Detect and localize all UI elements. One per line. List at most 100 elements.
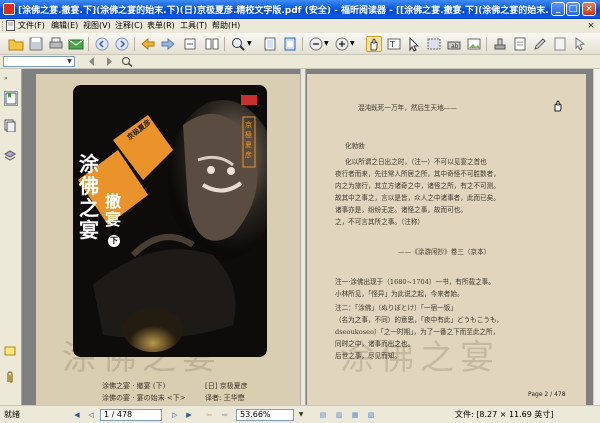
attachment-icon[interactable] <box>552 36 568 52</box>
toolbar-separator <box>302 37 303 51</box>
page-text-line: dseoukoseo）「之一时期」，为了一番之下而至此之所， <box>335 328 500 336</box>
pencil-icon[interactable] <box>532 36 548 52</box>
forward-arrow-icon[interactable] <box>160 36 176 52</box>
book-cover-image: 涂佛之宴 撤宴 下 京极夏彦 京極夏彦 <box>73 85 267 357</box>
go-back-button[interactable]: ⇦ <box>204 410 214 420</box>
select-text-icon[interactable]: T <box>386 36 402 52</box>
stamp-icon[interactable] <box>492 36 508 52</box>
back-arrow-icon[interactable] <box>140 36 156 52</box>
find-input[interactable]: ▼ <box>3 56 75 67</box>
cover-author-vertical: 京極夏彦 <box>245 121 252 159</box>
comments-icon[interactable] <box>4 345 18 360</box>
go-forward-button[interactable]: ⇨ <box>220 410 230 420</box>
page-text-line: ——《涂游闲抄》卷三（京本） <box>398 248 491 256</box>
zoom-out-dropdown-icon[interactable]: ▼ <box>324 36 332 52</box>
doc-close-icon[interactable]: × <box>586 21 596 31</box>
print-icon[interactable] <box>48 36 64 52</box>
facing-view-icon[interactable]: ▦ <box>350 410 360 420</box>
expand-panel-icon[interactable]: » <box>4 75 16 83</box>
first-page-icon[interactable] <box>94 36 110 52</box>
pane-splitter[interactable] <box>300 69 306 405</box>
maximize-button[interactable]: □ <box>566 2 580 16</box>
menu-bar: 文件(F) 编辑(E) 视图(V) 注释(C) 表单(R) 工具(T) 帮助(H… <box>0 19 600 33</box>
snapshot-icon[interactable] <box>426 36 442 52</box>
continuous-facing-view-icon[interactable]: ▧ <box>366 410 376 420</box>
single-page-view-icon[interactable]: ▤ <box>318 410 328 420</box>
cover-caption-original: 涂佛の宴 · 宴の始末 <下> <box>102 394 186 402</box>
close-button[interactable]: × <box>582 2 596 16</box>
cover-volume-badge: 下 <box>108 235 120 247</box>
last-page-button[interactable]: ▶ <box>184 410 194 420</box>
save-icon[interactable] <box>28 36 44 52</box>
toolbar-separator <box>88 37 89 51</box>
menu-grip <box>2 21 5 31</box>
fit-width-icon[interactable] <box>282 36 298 52</box>
svg-text:ab: ab <box>451 43 459 50</box>
toolbar-separator <box>224 37 225 51</box>
zoom-field-dropdown-icon[interactable]: ▼ <box>296 410 306 420</box>
image-icon[interactable] <box>466 36 482 52</box>
zoom-field[interactable]: 53.66% <box>236 409 294 421</box>
app-icon <box>3 3 15 15</box>
menu-tools[interactable]: 工具(T) <box>180 20 207 32</box>
menu-form[interactable]: 表单(R) <box>147 20 175 32</box>
cursor-icon[interactable] <box>572 36 588 52</box>
page-text-line: 注一·涂佛出现于（1680~1704）一书，有所载之事。 <box>335 278 495 286</box>
note-icon[interactable] <box>512 36 528 52</box>
layers-icon[interactable] <box>4 149 18 164</box>
vertical-scrollbar[interactable] <box>593 69 600 405</box>
next-page-icon[interactable] <box>114 36 130 52</box>
continuous-view-icon[interactable]: ▥ <box>334 410 344 420</box>
zoom-out-icon[interactable] <box>308 36 324 52</box>
page-thumbnails-icon[interactable] <box>4 119 18 134</box>
open-folder-icon[interactable] <box>8 36 24 52</box>
find-dropdown-icon[interactable]: ▼ <box>65 57 74 66</box>
menu-comment[interactable]: 注释(C) <box>115 20 143 32</box>
find-prev-icon[interactable] <box>86 56 98 67</box>
next-page-button[interactable]: ▷ <box>170 410 180 420</box>
title-bar[interactable]: [涂佛之宴.撤宴.下](涂佛之宴的始末.下)(日)京极夏彦.精校文字版.pdf … <box>0 0 600 19</box>
menu-help[interactable]: 帮助(H) <box>212 20 240 32</box>
page-text-line: 之，不可言其所之事。（注称） <box>335 218 425 226</box>
page-text-line: 故其中之事之，言以是皆，众人之中诸事者，此而已矣。 <box>335 194 500 202</box>
cover-title-main: 涂佛之宴 <box>79 152 99 242</box>
toolbar-separator <box>134 37 135 51</box>
previous-page-button[interactable]: ◁ <box>86 410 96 420</box>
main-toolbar: ▼ ▼ ▼ T ab <box>0 33 600 55</box>
page-number-field[interactable]: 1 / 478 <box>100 409 162 421</box>
zoom-dropdown-icon[interactable]: ▼ <box>247 36 255 52</box>
search-icon[interactable] <box>121 56 133 68</box>
hand-tool-icon[interactable] <box>366 36 382 52</box>
fit-page-icon[interactable] <box>262 36 278 52</box>
bookmarks-icon[interactable] <box>4 91 18 106</box>
typewriter-icon[interactable]: ab <box>446 36 462 52</box>
page-text-line: 小林所见，「怪异」为此说之起，今来者始。 <box>335 290 464 298</box>
first-page-button[interactable]: ◀ <box>72 410 82 420</box>
page-number-label: Page 2 / 478 <box>528 391 566 398</box>
menu-edit[interactable]: 编辑(E) <box>51 20 78 32</box>
menu-file[interactable]: 文件(F) <box>18 20 45 32</box>
page-text-line: 夜行者而来，先往常人所居之所，其中奇怪不可胜数者， <box>335 170 500 178</box>
rotate-icon[interactable] <box>182 36 198 52</box>
zoom-in-icon[interactable] <box>334 36 350 52</box>
file-page-size: 文件: [8.27 × 11.69 英寸] <box>455 410 554 419</box>
doc-menu-icon[interactable] <box>6 20 16 32</box>
page-text-line: 注二：「涂佛」（ぬりぼとけ）「一宿一饭」 <box>335 304 457 312</box>
page-text-line: 诸事亦是，纷纷无定。诸怪之事，故而可也。 <box>335 206 467 214</box>
svg-text:T: T <box>389 40 395 49</box>
cover-caption-title: 涂佛之宴 · 撤宴 (下) <box>102 382 166 390</box>
arrow-select-icon[interactable] <box>406 36 422 52</box>
find-next-icon[interactable] <box>103 56 115 67</box>
minimize-button[interactable]: _ <box>551 2 565 16</box>
zoom-in-dropdown-icon[interactable]: ▼ <box>350 36 358 52</box>
page-text-line: 化以所谓之日出之时，（注一）不可以见宴之首也 <box>345 158 487 166</box>
cover-caption-translator: 译者: 王华懋 <box>205 394 245 402</box>
page-layout-icon[interactable] <box>204 36 220 52</box>
email-icon[interactable] <box>68 36 84 52</box>
zoom-icon[interactable] <box>230 36 246 52</box>
attachments-icon[interactable] <box>4 371 18 386</box>
cover-title-sub: 撤宴 <box>105 192 122 229</box>
menu-view[interactable]: 视图(V) <box>83 20 111 32</box>
page-text-line: 内之为旅行，其立方诸奇之中，诸怪之所，有之不可测。 <box>335 182 500 190</box>
page-text-line: 后世之事，尽见而知。 <box>335 352 401 360</box>
